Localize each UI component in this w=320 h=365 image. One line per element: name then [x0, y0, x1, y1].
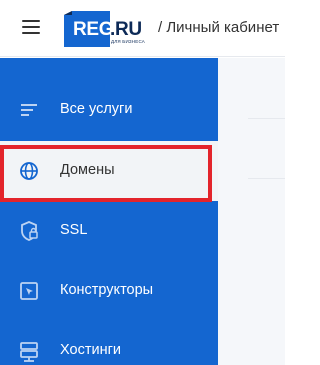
logo-domain-text: .RU — [110, 19, 142, 40]
sidebar-item-constructors[interactable]: Конструкторы — [0, 261, 218, 321]
sidebar-item-label: Домены — [60, 162, 115, 178]
reg-ru-logo[interactable]: REG .RU ДЛЯ БИЗНЕСА — [64, 11, 156, 47]
sidebar-item-label: Хостинги — [60, 342, 121, 358]
menu-icon[interactable] — [22, 20, 40, 34]
shield-lock-icon — [21, 221, 38, 241]
page-title: / Личный кабинет — [158, 19, 280, 36]
content-divider — [248, 118, 285, 119]
sidebar-item-domains[interactable]: Домены — [0, 141, 218, 201]
sidebar-item-label: Все услуги — [60, 101, 133, 117]
cursor-frame-icon — [20, 282, 38, 300]
content-divider — [248, 178, 285, 179]
sidebar-item-label: SSL — [60, 222, 88, 238]
sidebar-item-hosting[interactable]: Хостинги — [0, 321, 218, 365]
sidebar: Все услуги Домены SSL Конструкторы Хости… — [0, 58, 218, 365]
server-icon — [20, 342, 38, 362]
sidebar-item-label: Конструкторы — [60, 282, 154, 298]
sidebar-item-all-services[interactable]: Все услуги — [0, 80, 218, 140]
logo-main-text: REG — [73, 19, 114, 40]
top-header: REG .RU ДЛЯ БИЗНЕСА / Личный кабинет — [0, 0, 285, 57]
list-icon — [21, 104, 37, 116]
sidebar-item-ssl[interactable]: SSL — [0, 201, 218, 261]
main-content-area — [218, 58, 285, 365]
logo-tagline: ДЛЯ БИЗНЕСА — [111, 39, 146, 44]
globe-icon — [20, 162, 38, 180]
